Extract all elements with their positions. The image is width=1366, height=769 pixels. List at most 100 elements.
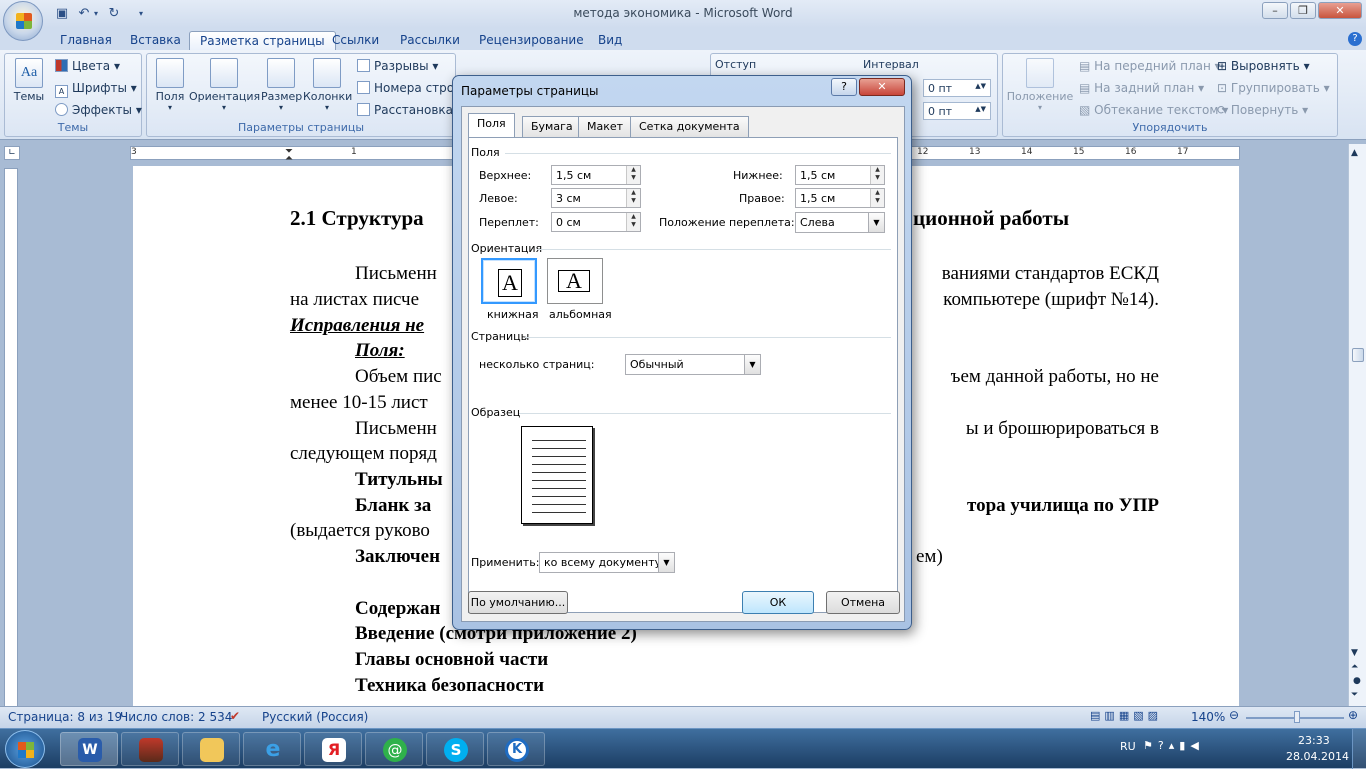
taskbar-ie[interactable]: e [243,732,301,766]
taskbar-app[interactable]: K [487,732,545,766]
fonts-button[interactable]: A Шрифты ▾ [55,81,137,98]
dialog-tab-paper[interactable]: Бумага [522,116,582,137]
show-desktop-button[interactable] [1352,729,1366,769]
word-count[interactable]: Число слов: 2 534 [120,710,232,724]
set-default-button[interactable]: По умолчанию... [468,591,568,614]
wrap-text-button[interactable]: ▧ Обтекание текстом ▾ [1079,103,1228,117]
language-status[interactable]: Русский (Россия) [262,710,368,724]
scroll-down-icon[interactable]: ▼ [1351,648,1358,658]
bottom-margin-input[interactable]: 1,5 см ▲ ▼ [795,165,885,185]
maximize-button[interactable]: ❐ [1290,2,1316,19]
spin-icon[interactable]: ▲ ▼ [626,189,640,207]
group-objects-button[interactable]: ⊡ Группировать ▾ [1217,81,1330,95]
tray-date[interactable]: 28.04.2014 [1286,750,1349,763]
multiple-pages-select[interactable]: Обычный ▼ [625,354,761,375]
tab-review[interactable]: Рецензирование [479,31,584,50]
tab-mailings[interactable]: Рассылки [400,31,460,50]
prev-page-icon[interactable]: ⏶ [1351,662,1358,672]
spin-icon[interactable]: ▲ ▼ [870,189,884,207]
right-margin-input[interactable]: 1,5 см ▲ ▼ [795,188,885,208]
landscape-option[interactable]: A [547,258,603,304]
zoom-out-icon[interactable]: ⊖ [1229,708,1239,722]
tray-volume-icon[interactable]: ◀ [1190,739,1203,752]
zoom-in-icon[interactable]: ⊕ [1348,708,1358,722]
dialog-close-button[interactable]: ✕ [859,78,905,96]
page-count[interactable]: Страница: 8 из 19 [8,710,122,724]
zoom-level[interactable]: 140% [1191,710,1225,724]
tab-view[interactable]: Вид [598,31,622,50]
taskbar-explorer[interactable] [182,732,240,766]
colors-button[interactable]: Цвета ▾ [55,59,120,73]
zoom-slider-thumb[interactable] [1294,711,1300,723]
tray-flag-icon[interactable]: ⚑ [1143,739,1158,752]
margins-button[interactable]: Поля ▾ [151,58,189,112]
effects-button[interactable]: Эффекты ▾ [55,103,142,117]
dialog-help-button[interactable]: ? [831,78,857,96]
left-indent-marker-icon[interactable]: ⏶ [285,153,293,164]
spellcheck-icon[interactable]: ✔ [230,709,240,723]
scroll-up-icon[interactable]: ▲ [1351,148,1358,158]
themes-button[interactable]: Aa Темы [9,58,49,103]
start-button[interactable] [5,730,45,768]
spacing-before-input[interactable]: 0 пт ▲▼ [923,79,991,97]
dialog-tab-grid[interactable]: Сетка документа [630,116,749,137]
vertical-ruler[interactable] [0,162,22,708]
web-layout-view-icon[interactable]: ▦ [1119,709,1133,722]
spacing-after-input[interactable]: 0 пт ▲▼ [923,102,991,120]
minimize-button[interactable]: – [1262,2,1288,19]
line-numbers-button[interactable]: Номера строк [357,81,461,95]
position-button[interactable]: Положение ▾ [1005,58,1075,112]
tab-page-layout[interactable]: Разметка страницы [189,31,336,50]
cancel-button[interactable]: Отмена [826,591,900,614]
tab-selector[interactable]: ∟ [4,146,20,160]
spin-icon[interactable]: ▲ ▼ [870,166,884,184]
print-layout-view-icon[interactable]: ▤ [1090,709,1104,722]
taskbar-mail-agent[interactable]: @ [365,732,423,766]
apply-to-select[interactable]: ко всему документу ▼ [539,552,675,573]
dialog-tab-margins[interactable]: Поля [468,113,515,138]
orientation-button[interactable]: Ориентация ▾ [189,58,260,112]
size-button[interactable]: Размер ▾ [261,58,302,112]
rotate-button[interactable]: ⟳ Повернуть ▾ [1217,103,1308,117]
align-button[interactable]: ⊞ Выровнять ▾ [1217,59,1310,73]
outline-view-icon[interactable]: ▧ [1133,709,1147,722]
send-back-button[interactable]: ▤ На задний план ▾ [1079,81,1204,95]
browse-object-icon[interactable]: ● [1353,676,1361,686]
tray-arrow-icon[interactable]: ▴ [1169,739,1180,752]
tray-help-icon[interactable]: ? [1158,739,1169,752]
tray-time[interactable]: 23:33 [1298,734,1330,747]
left-margin-input[interactable]: 3 см ▲ ▼ [551,188,641,208]
top-margin-input[interactable]: 1,5 см ▲ ▼ [551,165,641,185]
tray-network-icon[interactable]: ▮ [1179,739,1190,752]
media-thumbnail-icon [139,738,163,762]
taskbar-skype[interactable]: S [426,732,484,766]
chevron-down-icon[interactable]: ▼ [658,553,674,572]
tab-references[interactable]: Ссылки [332,31,379,50]
breaks-button[interactable]: Разрывы ▾ [357,59,438,73]
taskbar-word[interactable]: W [60,732,118,766]
spin-icon[interactable]: ▲ ▼ [626,166,640,184]
chevron-down-icon[interactable]: ▼ [868,213,884,232]
ok-button[interactable]: ОК [742,591,814,614]
tab-home[interactable]: Главная [60,31,112,50]
full-screen-view-icon[interactable]: ▥ [1104,709,1118,722]
vertical-scrollbar[interactable]: ▲ ▼ ⏶ ● ⏷ [1348,144,1366,706]
bring-front-button[interactable]: ▤ На передний план ▾ [1079,59,1221,73]
help-icon[interactable]: ? [1348,32,1362,46]
close-button[interactable]: ✕ [1318,2,1362,19]
draft-view-icon[interactable]: ▨ [1148,709,1162,722]
chevron-down-icon[interactable]: ▼ [744,355,760,374]
dialog-tab-layout[interactable]: Макет [578,116,633,137]
tray-language[interactable]: RU [1120,740,1136,753]
gutter-position-select[interactable]: Слева ▼ [795,212,885,233]
taskbar-media[interactable] [121,732,179,766]
taskbar-yandex[interactable]: Я [304,732,362,766]
spin-icon[interactable]: ▲ ▼ [626,213,640,231]
columns-button[interactable]: Колонки ▾ [303,58,352,112]
gutter-input[interactable]: 0 см ▲ ▼ [551,212,641,232]
next-page-icon[interactable]: ⏷ [1351,690,1358,700]
tab-insert[interactable]: Вставка [130,31,181,50]
portrait-option[interactable]: A [481,258,537,304]
scroll-thumb[interactable] [1352,348,1364,362]
office-button[interactable] [3,1,43,41]
